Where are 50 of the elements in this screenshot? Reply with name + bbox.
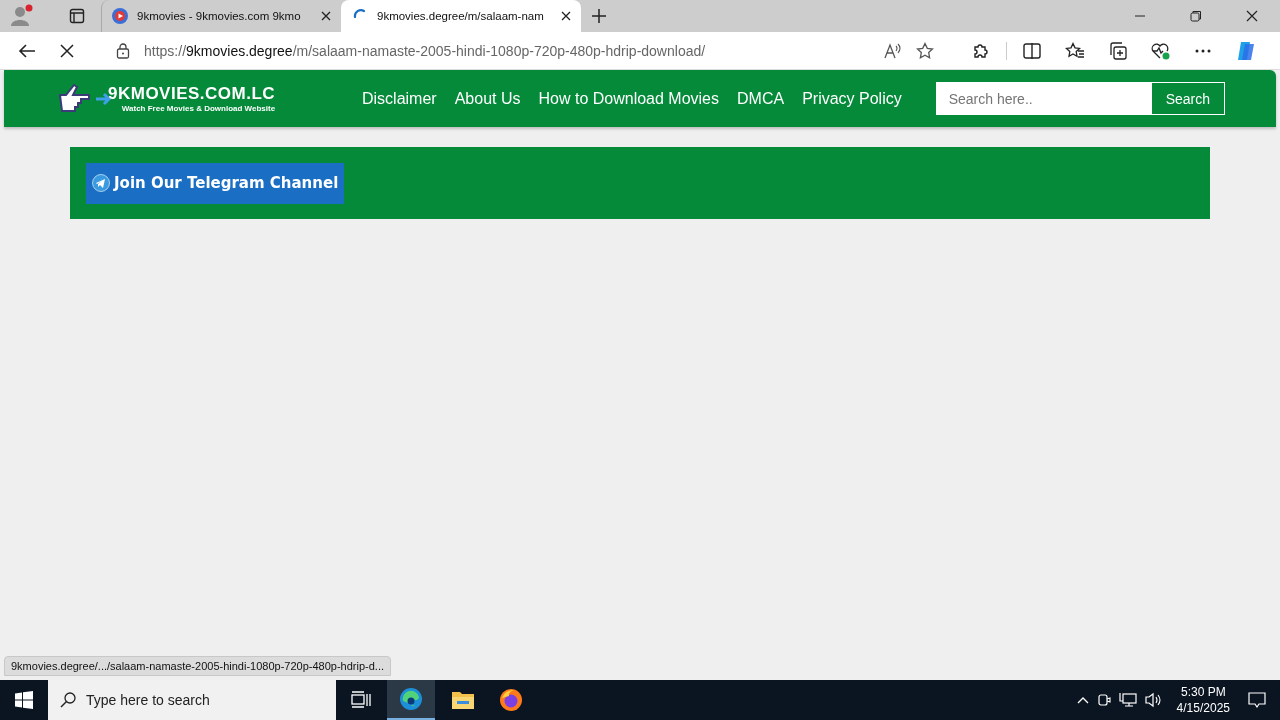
restore-icon[interactable]: [1190, 10, 1202, 22]
search-placeholder: Type here to search: [86, 692, 210, 708]
new-tab-icon[interactable]: [591, 8, 607, 24]
taskbar-search-field[interactable]: Type here to search: [48, 680, 336, 720]
telegram-icon: [92, 174, 110, 192]
edge-icon: [399, 687, 423, 711]
tab-title: 9kmovies.degree/m/salaam-nam: [377, 10, 545, 22]
close-icon[interactable]: [321, 11, 331, 21]
close-icon[interactable]: [561, 11, 571, 21]
read-aloud-icon[interactable]: [884, 42, 902, 59]
puzzle-icon[interactable]: [972, 41, 990, 60]
more-icon[interactable]: [1195, 48, 1211, 53]
windows-start-icon[interactable]: [15, 691, 33, 709]
favorite-star-icon[interactable]: [916, 41, 934, 60]
volume-icon[interactable]: [1144, 692, 1163, 708]
nav-link[interactable]: How to Download Movies: [538, 89, 719, 108]
favorites-icon[interactable]: [1065, 41, 1085, 60]
task-view-icon[interactable]: [351, 691, 371, 709]
camera-icon[interactable]: [1096, 692, 1111, 708]
tab-actions-icon[interactable]: [69, 8, 85, 24]
url-text: https://9kmovies.degree/m/salaam-namaste-2005-hindi-1080p-720p-480p-hdrip-download/: [144, 42, 706, 59]
tagline: Watch Free Movies & Download Website: [121, 104, 276, 113]
copilot-icon[interactable]: [1235, 39, 1257, 62]
nav-link[interactable]: Disclaimer: [362, 89, 437, 108]
edge-taskbar-button[interactable]: [387, 680, 435, 720]
browser-tab[interactable]: 9kmovies.degree/m/salaam-nam: [341, 0, 581, 32]
logo-text[interactable]: 9KMOVIES.COM.LC: [108, 84, 276, 104]
notification-icon[interactable]: [1248, 691, 1266, 709]
clock-date[interactable]: 4/15/2025: [1176, 700, 1230, 716]
stop-loading-icon[interactable]: [60, 43, 74, 58]
firefox-icon[interactable]: [499, 688, 523, 712]
network-icon[interactable]: [1118, 692, 1137, 708]
nav-link[interactable]: About Us: [454, 89, 521, 108]
collections-icon[interactable]: [1109, 41, 1127, 60]
status-url: 9kmovies.degree/.../salaam-namaste-2005-hindi-1080p-720p-480p-hdrip-d...: [4, 656, 391, 676]
profile-icon[interactable]: [9, 4, 35, 28]
lock-icon: [116, 42, 130, 59]
play-icon: [112, 8, 128, 24]
folder-icon[interactable]: [451, 690, 475, 710]
split-screen-icon[interactable]: [1023, 42, 1041, 59]
health-icon[interactable]: [1151, 41, 1171, 60]
nav-link[interactable]: DMCA: [737, 89, 785, 108]
tab-title: 9kmovies - 9kmovies.com 9kmo: [137, 10, 302, 22]
telegram-button[interactable]: Join Our Telegram Channel: [86, 162, 345, 204]
close-icon[interactable]: [1246, 10, 1258, 22]
clock-time[interactable]: 5:30 PM: [1180, 684, 1226, 700]
chevron-up-icon[interactable]: [1076, 696, 1089, 704]
back-icon[interactable]: [18, 42, 36, 59]
search-icon: [60, 692, 76, 708]
nav-link[interactable]: Privacy Policy: [802, 89, 902, 108]
